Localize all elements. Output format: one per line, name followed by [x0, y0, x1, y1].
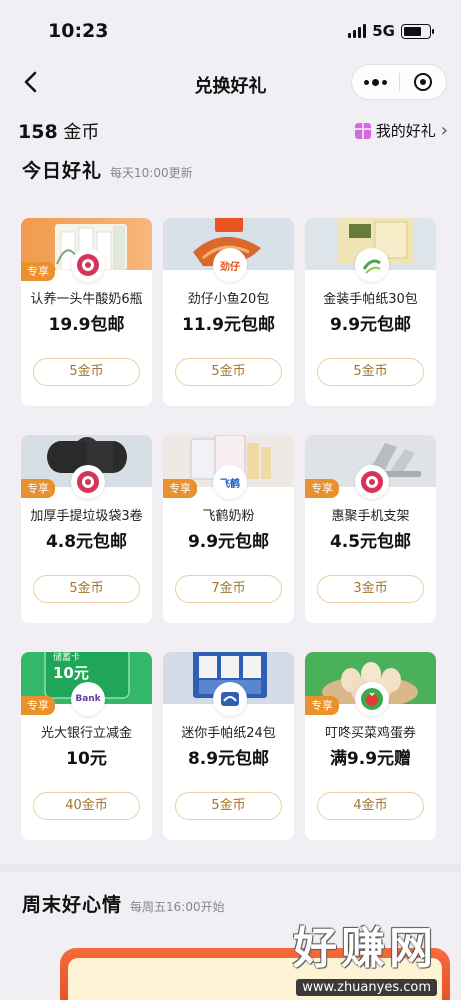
jinzai-logo: 劲仔 [220, 261, 240, 273]
chevron-right-icon: › [440, 120, 448, 141]
signal-icon [348, 24, 367, 38]
exclusive-badge: 专享 [21, 262, 55, 281]
product-price: 11.9元包邮 [182, 315, 275, 335]
exclusive-badge: 专享 [21, 696, 55, 715]
dot-icon [372, 78, 379, 86]
product-name: 加厚手提垃圾袋3卷 [30, 509, 143, 524]
target-icon [413, 73, 432, 91]
brand-logo-icon: 飞鹤 [213, 465, 247, 499]
product-name: 金装手帕纸30包 [323, 292, 418, 307]
product-card-yogurt[interactable]: 专享 认养一头牛酸奶6瓶 19.9包邮 5金币 [21, 218, 152, 406]
product-price: 8.9元包邮 [187, 749, 270, 769]
product-card-mini-tissue[interactable]: 迷你手帕纸24包 8.9元包邮 5金币 [163, 652, 294, 840]
my-gifts-link[interactable]: 我的好礼 › [354, 120, 448, 141]
weekend-subtitle: 每周五16:00开始 [130, 900, 225, 914]
redeem-button[interactable]: 3金币 [317, 575, 424, 603]
redeem-button[interactable]: 40金币 [33, 792, 140, 820]
product-price: 4.8元包邮 [45, 532, 128, 552]
redeem-button[interactable]: 5金币 [33, 358, 140, 386]
bank-logo-text: Bank [75, 694, 101, 704]
battery-icon [401, 23, 434, 39]
product-price: 10元 [66, 749, 107, 769]
product-card-fish-snack[interactable]: 劲仔 劲仔小鱼20包 11.9元包邮 5金币 [163, 218, 294, 406]
exclusive-badge: 专享 [305, 479, 339, 498]
exclusive-badge: 专享 [21, 479, 55, 498]
status-time: 10:23 [48, 20, 109, 42]
redeem-button[interactable]: 5金币 [33, 575, 140, 603]
product-name: 叮咚买菜鸡蛋券 [324, 726, 416, 741]
card-value-label: 10元 [53, 664, 89, 682]
status-icons: 5G [348, 22, 434, 40]
mini-program-capsule [351, 64, 447, 100]
brand-logo-icon: 劲仔 [213, 248, 247, 282]
gift-icon [354, 122, 371, 139]
today-title: 今日好礼 [22, 160, 103, 182]
watermark: 好赚网 www.zhuanyes.com [293, 912, 437, 996]
brand-logo-icon [355, 682, 389, 716]
product-name: 惠聚手机支架 [331, 509, 410, 524]
status-bar: 10:23 5G [0, 0, 461, 60]
product-card-milk-powder[interactable]: 飞鹤 专享 飞鹤奶粉 9.9元包邮 7金币 [163, 435, 294, 623]
redeem-button[interactable]: 5金币 [317, 358, 424, 386]
product-card-phone-stand[interactable]: 专享 惠聚手机支架 4.5元包邮 3金币 [305, 435, 436, 623]
product-name: 认养一头牛酸奶6瓶 [30, 292, 143, 307]
network-type: 5G [372, 22, 395, 40]
product-card-bank-coupon[interactable]: 储蓄卡 10元 Bank 专享 光大银行立减金 10元 40金币 [21, 652, 152, 840]
product-price: 9.9元包邮 [329, 315, 412, 335]
exclusive-badge: 专享 [305, 696, 339, 715]
dot-icon [382, 79, 387, 85]
nav-bar: 兑换好礼 [0, 62, 461, 106]
bank-logo-icon: Bank [71, 682, 105, 716]
brand-logo-icon [71, 465, 105, 499]
today-section-header: 今日好礼 每天10:00更新 [22, 156, 193, 183]
product-price: 9.9元包邮 [187, 532, 270, 552]
exclusive-badge: 专享 [163, 479, 197, 498]
product-name: 迷你手帕纸24包 [181, 726, 276, 741]
feihe-logo: 飞鹤 [220, 478, 240, 490]
watermark-text: 好赚网 [293, 923, 437, 974]
brand-logo-icon [355, 248, 389, 282]
close-miniprogram-button[interactable] [400, 65, 446, 99]
product-card-tissue[interactable]: 金装手帕纸30包 9.9元包邮 5金币 [305, 218, 436, 406]
product-card-garbage-bags[interactable]: 专享 加厚手提垃圾袋3卷 4.8元包邮 5金币 [21, 435, 152, 623]
more-button[interactable] [352, 65, 399, 99]
coin-amount: 158 [18, 121, 58, 143]
dot-icon [364, 79, 369, 85]
section-divider [0, 864, 461, 872]
product-name: 劲仔小鱼20包 [187, 292, 270, 307]
watermark-url: www.zhuanyes.com [296, 979, 437, 996]
product-price: 4.5元包邮 [329, 532, 412, 552]
brand-logo-icon [355, 465, 389, 499]
my-gifts-label: 我的好礼 [375, 122, 436, 140]
brand-logo-icon [71, 248, 105, 282]
product-price: 满9.9元赠 [329, 749, 412, 769]
product-name: 飞鹤奶粉 [202, 509, 255, 524]
weekend-title: 周末好心情 [22, 894, 123, 916]
redeem-button[interactable]: 7金币 [175, 575, 282, 603]
brand-logo-icon [213, 682, 247, 716]
today-subtitle: 每天10:00更新 [110, 166, 193, 180]
product-name: 光大银行立减金 [40, 726, 132, 741]
coin-unit: 金币 [63, 122, 100, 143]
coins-row: 158 金币 我的好礼 › [18, 118, 448, 146]
product-price: 19.9包邮 [48, 315, 125, 335]
product-card-eggs-coupon[interactable]: 专享 叮咚买菜鸡蛋券 满9.9元赠 4金币 [305, 652, 436, 840]
redeem-button[interactable]: 5金币 [175, 358, 282, 386]
card-type-label: 储蓄卡 [53, 652, 80, 663]
redeem-button[interactable]: 5金币 [175, 792, 282, 820]
weekend-section-header: 周末好心情 每周五16:00开始 [22, 890, 225, 917]
redeem-button[interactable]: 4金币 [317, 792, 424, 820]
